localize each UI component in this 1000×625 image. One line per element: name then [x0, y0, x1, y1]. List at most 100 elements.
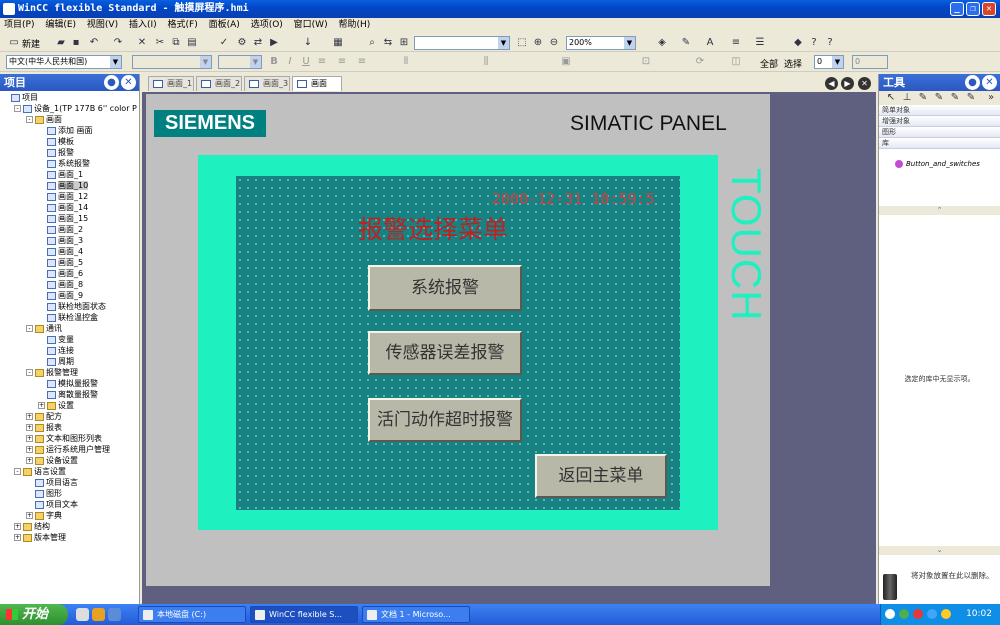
check-icon[interactable]: ✓: [218, 37, 230, 49]
align-left-icon[interactable]: ≡: [316, 56, 328, 68]
expand-icon[interactable]: +: [14, 523, 21, 530]
minimize-button[interactable]: _: [950, 2, 964, 16]
tree-item[interactable]: 离散量报警: [0, 389, 140, 400]
sensor-error-alarm-button[interactable]: 传感器误差报警: [368, 331, 522, 375]
menu-edit[interactable]: 编辑(E): [41, 18, 80, 32]
save-icon[interactable]: ▪: [70, 37, 82, 49]
redo-icon[interactable]: ↷: [112, 37, 124, 49]
trash-icon[interactable]: [883, 574, 897, 600]
tray-icon-4[interactable]: [927, 609, 937, 619]
tree-item[interactable]: 画面_9: [0, 290, 140, 301]
zoom-combo[interactable]: 200% ▼: [566, 36, 636, 50]
tray-icon-5[interactable]: [941, 609, 951, 619]
panel-close-icon[interactable]: ✕: [121, 75, 136, 90]
tree-item[interactable]: + 结构: [0, 521, 140, 532]
expand-icon[interactable]: +: [26, 512, 33, 519]
tree-item[interactable]: + 设备设置: [0, 455, 140, 466]
tab-screen-1[interactable]: 画面_1: [148, 76, 194, 91]
datetime-field[interactable]: 2000-12-31 10:59:5: [492, 190, 655, 208]
rotate-icon[interactable]: ⟳: [694, 56, 706, 68]
category-enhanced-objects[interactable]: 增强对象: [879, 116, 1000, 127]
language-combo[interactable]: 中文(中华人民共和国) ▼: [6, 55, 122, 69]
font-color-icon[interactable]: A: [704, 37, 716, 49]
collapse-icon[interactable]: -: [26, 325, 33, 332]
tree-item[interactable]: 画面_12: [0, 191, 140, 202]
tree-item[interactable]: + 设置: [0, 400, 140, 411]
tree-item[interactable]: 项目语言: [0, 477, 140, 488]
library-scroll-down[interactable]: ⌄: [879, 546, 1000, 555]
library-item[interactable]: Button_and_switches: [895, 160, 980, 168]
tree-item[interactable]: + 配方: [0, 411, 140, 422]
undo-icon[interactable]: ↶: [88, 37, 100, 49]
tree-item[interactable]: 画面_3: [0, 235, 140, 246]
tools-more-icon[interactable]: »: [985, 92, 997, 104]
tab-prev-icon[interactable]: ◀: [825, 77, 838, 90]
italic-icon[interactable]: I: [284, 56, 296, 68]
collapse-icon[interactable]: -: [14, 105, 21, 112]
compile-icon[interactable]: ⚙: [236, 37, 248, 49]
menu-faceplates[interactable]: 面板(A): [205, 18, 244, 32]
tool-4-icon[interactable]: ✎: [933, 92, 945, 104]
tree-item[interactable]: - 画面: [0, 114, 140, 125]
copy-icon[interactable]: ⧉: [170, 37, 182, 49]
tree-item[interactable]: + 运行系统用户管理: [0, 444, 140, 455]
tree-item[interactable]: 报警: [0, 147, 140, 158]
expand-icon[interactable]: +: [26, 413, 33, 420]
font-combo[interactable]: ▼: [414, 36, 510, 50]
maximize-button[interactable]: ❐: [966, 2, 980, 16]
tree-item[interactable]: 画面_10: [0, 180, 140, 191]
tray-icon-2[interactable]: [899, 609, 909, 619]
tree-item[interactable]: 模拟量报警: [0, 378, 140, 389]
menu-project[interactable]: 项目(P): [0, 18, 38, 32]
tool-2-icon[interactable]: ⊥: [901, 92, 913, 104]
expand-icon[interactable]: +: [26, 424, 33, 431]
category-library[interactable]: 库: [879, 138, 1000, 149]
tree-item[interactable]: - 通讯: [0, 323, 140, 334]
delete-icon[interactable]: ✕: [136, 37, 148, 49]
task-wincc[interactable]: WinCC flexible S...: [250, 606, 358, 623]
tree-item[interactable]: 周期: [0, 356, 140, 367]
collapse-icon[interactable]: -: [14, 468, 21, 475]
tree-item[interactable]: 画面_15: [0, 213, 140, 224]
tree-item[interactable]: 项目文本: [0, 499, 140, 510]
tree-item[interactable]: 画面_1: [0, 169, 140, 180]
zoom-out-icon[interactable]: ⊖: [548, 37, 560, 49]
task-word-document[interactable]: 文档 1 - Microso...: [362, 606, 470, 623]
quicklaunch-explorer-icon[interactable]: [76, 608, 89, 621]
new-icon[interactable]: ▭: [8, 37, 20, 49]
tab-next-icon[interactable]: ▶: [841, 77, 854, 90]
new-button[interactable]: 新建: [22, 37, 40, 50]
tree-item[interactable]: 联检地面状态: [0, 301, 140, 312]
tools-close-icon[interactable]: ✕: [982, 75, 997, 90]
system-alarm-button[interactable]: 系统报警: [368, 265, 522, 311]
line-color-icon[interactable]: ✎: [680, 37, 692, 49]
tree-item[interactable]: 连接: [0, 345, 140, 356]
tray-icon-1[interactable]: [885, 609, 895, 619]
replace-icon[interactable]: ⇆: [382, 37, 394, 49]
quicklaunch-ie-icon[interactable]: [92, 608, 105, 621]
font-size-combo[interactable]: ▼: [218, 55, 262, 69]
tree-item[interactable]: 图形: [0, 488, 140, 499]
align-right-icon[interactable]: ≡: [356, 56, 368, 68]
pin-icon[interactable]: ●: [104, 75, 119, 90]
tree-item[interactable]: 画面_2: [0, 224, 140, 235]
tab-close-icon[interactable]: ✕: [858, 77, 871, 90]
expand-icon[interactable]: +: [14, 534, 21, 541]
paste-icon[interactable]: ▤: [186, 37, 198, 49]
transfer-icon[interactable]: ⇄: [252, 37, 264, 49]
pointer-icon[interactable]: ↖: [885, 92, 897, 104]
tree-item[interactable]: 画面_8: [0, 279, 140, 290]
tree-item[interactable]: 项目: [0, 92, 140, 103]
tree-item[interactable]: + 版本管理: [0, 532, 140, 543]
tree-item[interactable]: 画面_6: [0, 268, 140, 279]
align-center-icon[interactable]: ≡: [336, 56, 348, 68]
tools-pin-icon[interactable]: ●: [965, 75, 980, 90]
runtime-icon[interactable]: ▶: [268, 37, 280, 49]
layer-spin[interactable]: 0 ▼: [814, 55, 844, 69]
tab-screen-2[interactable]: 画面_2: [196, 76, 242, 91]
menu-options[interactable]: 选项(O): [247, 18, 287, 32]
tool-6-icon[interactable]: ✎: [965, 92, 977, 104]
tree-item[interactable]: 添加 画面: [0, 125, 140, 136]
bold-icon[interactable]: B: [268, 56, 280, 68]
distribute-icon[interactable]: ⫼: [480, 56, 492, 68]
